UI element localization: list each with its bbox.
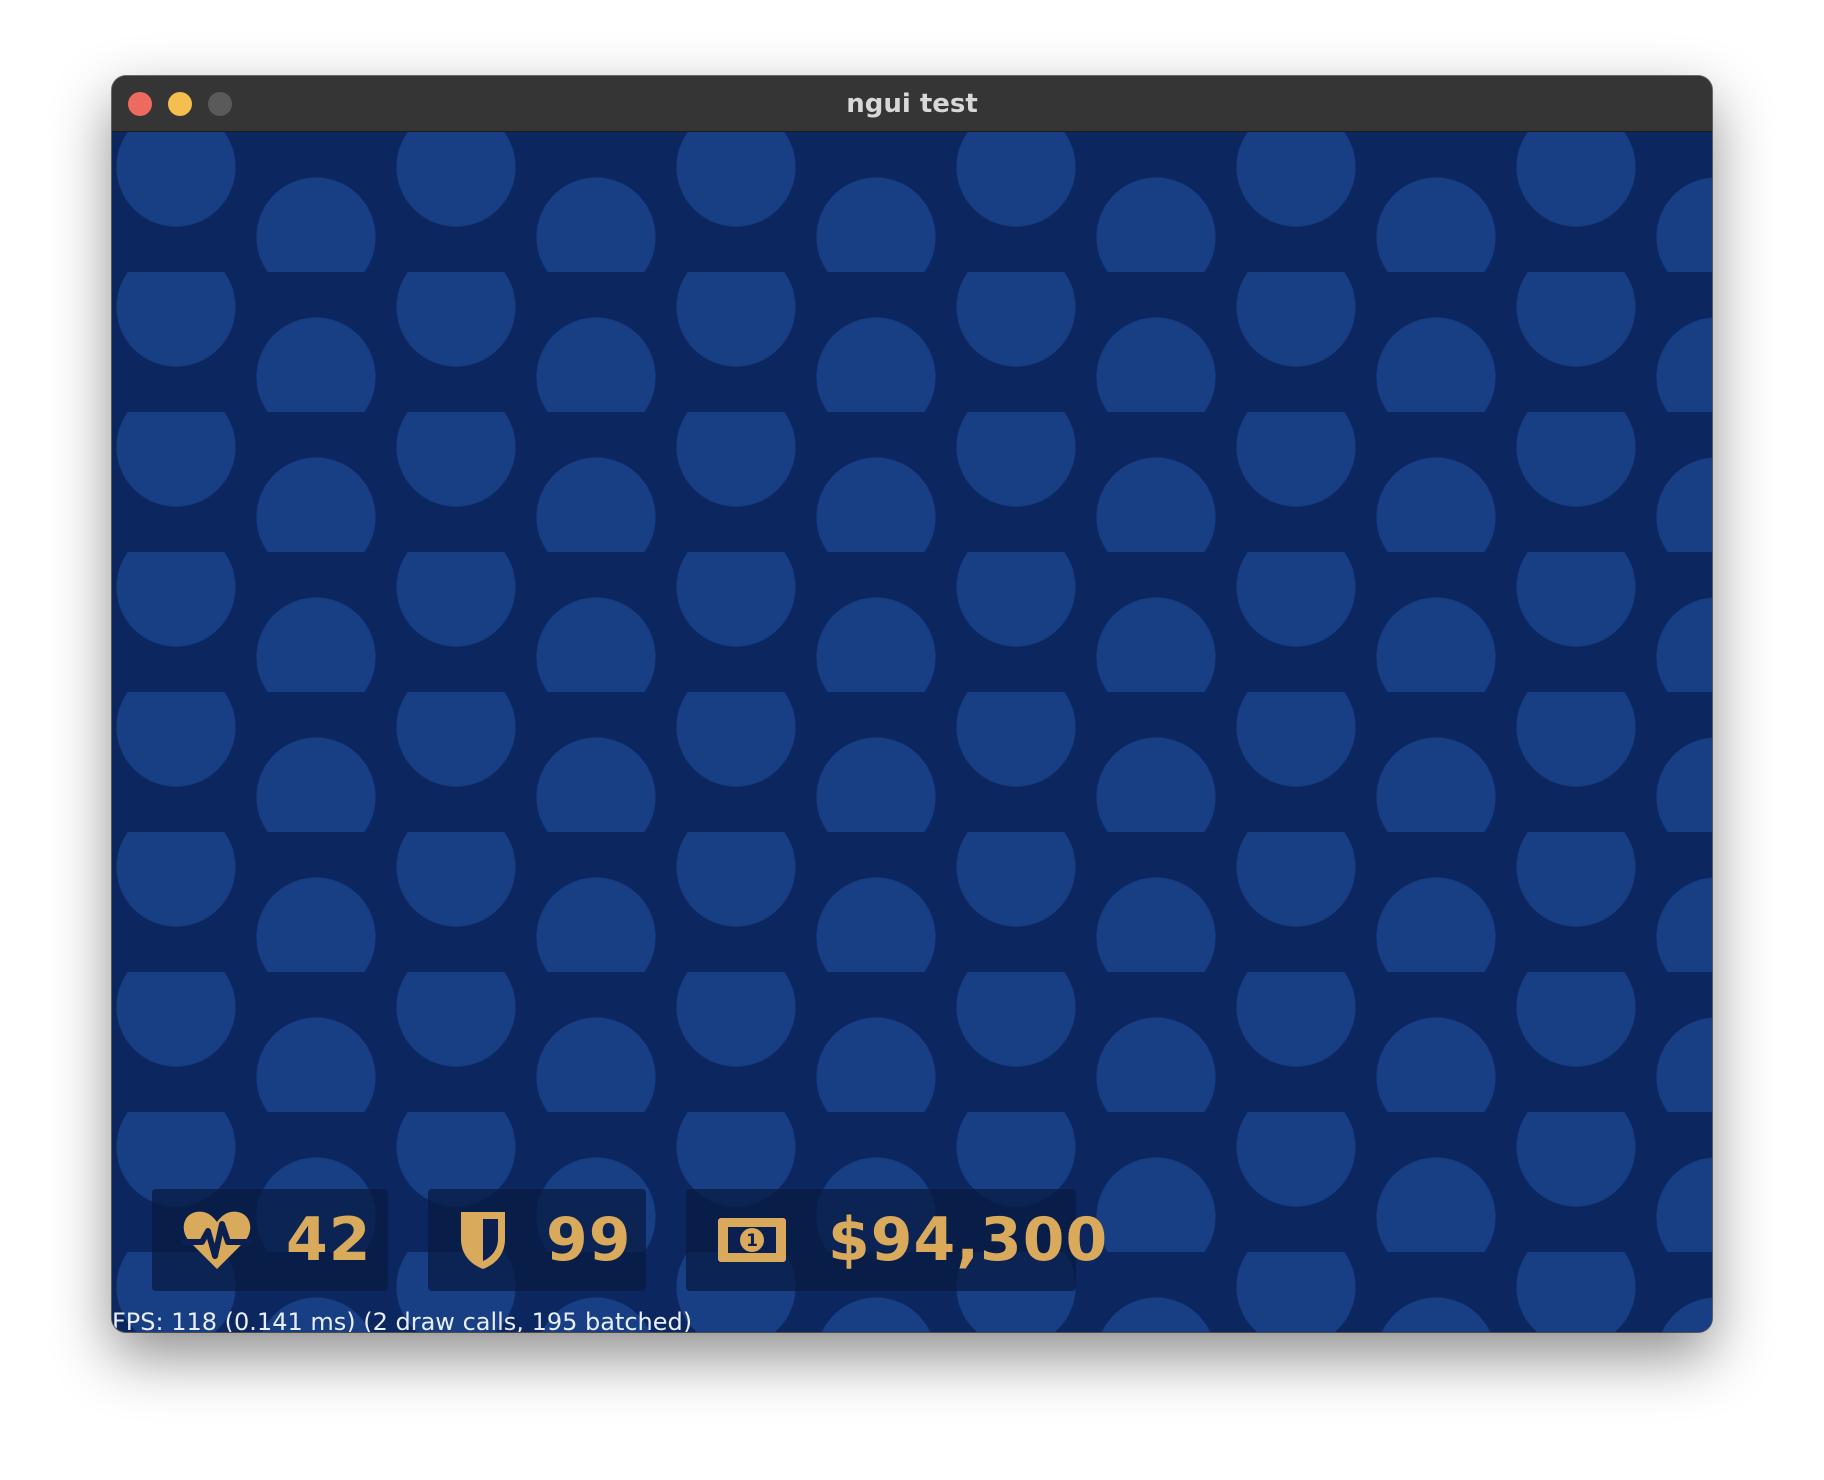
- shield-value: 99: [546, 1205, 632, 1275]
- svg-text:1: 1: [746, 1231, 758, 1251]
- fps-counter: FPS: 118 (0.141 ms) (2 draw calls, 195 b…: [112, 1308, 693, 1332]
- heartbeat-icon: [182, 1211, 252, 1269]
- money-value: $94,300: [828, 1205, 1109, 1275]
- shield-icon: [461, 1212, 505, 1269]
- money-panel: 1 $94,300: [686, 1189, 1107, 1291]
- health-value: 42: [286, 1205, 372, 1275]
- app-window: ngui test 42 99 1 $94,300 FPS: 118 (0.14…: [112, 76, 1712, 1332]
- title-bar[interactable]: ngui test: [112, 76, 1712, 132]
- health-panel: 42: [152, 1189, 388, 1291]
- banknote-icon: 1: [718, 1218, 786, 1262]
- window-title: ngui test: [846, 89, 978, 119]
- shield-panel: 99: [428, 1189, 646, 1291]
- game-canvas[interactable]: 42 99 1 $94,300 FPS: 118 (0.141 ms) (2 d…: [112, 132, 1712, 1332]
